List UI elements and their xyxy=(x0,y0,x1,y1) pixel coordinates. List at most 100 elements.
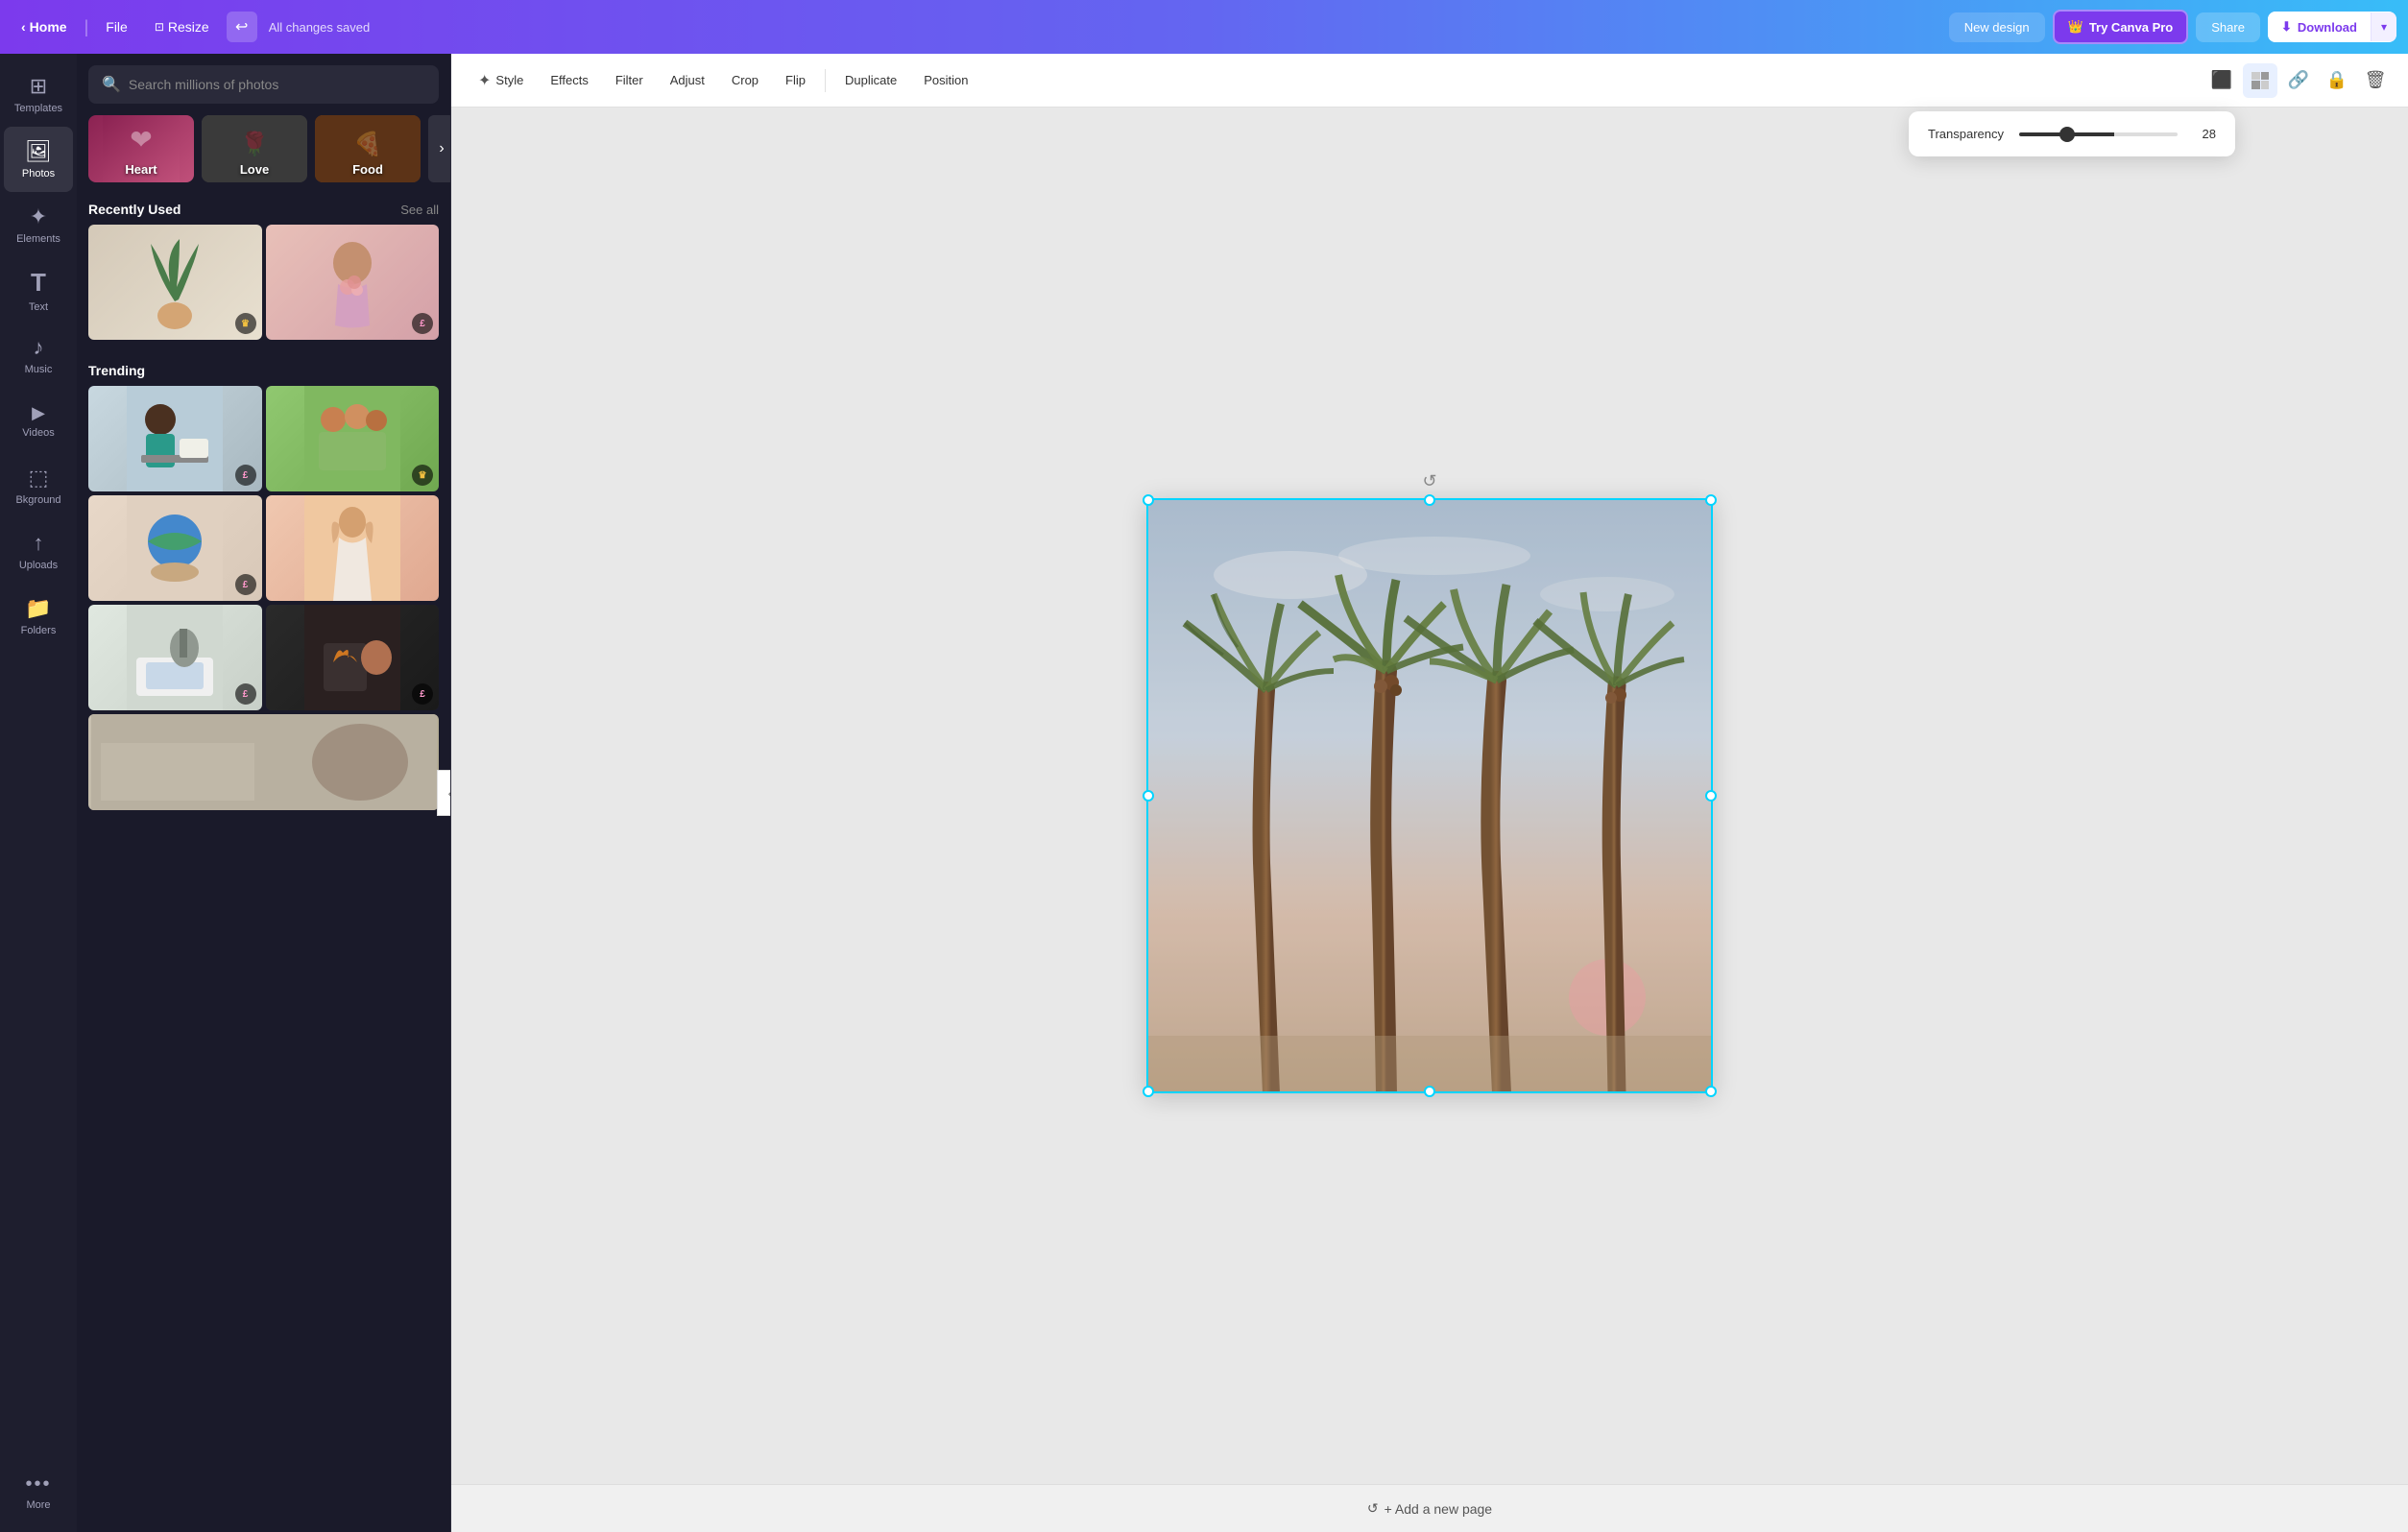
sidebar-item-photos[interactable]: 🖼 Photos xyxy=(4,127,73,192)
category-chip-heart[interactable]: ❤ Heart xyxy=(88,115,194,182)
transparency-slider[interactable] xyxy=(2019,132,2178,136)
trending-grid: £ ♛ xyxy=(77,386,450,810)
delete-button[interactable]: 🗑 xyxy=(2358,63,2393,98)
pro-badge: £ xyxy=(235,465,256,486)
toolbar-right: ⬛ 🔗 🔒 🗑 xyxy=(2204,63,2393,98)
new-design-button[interactable]: New design xyxy=(1949,12,2045,42)
add-page-icon: ↺ xyxy=(1367,1500,1379,1517)
effects-button[interactable]: Effects xyxy=(539,67,600,93)
main-area: ⊞ Templates 🖼 Photos ✦ Elements T Text ♪… xyxy=(0,54,2408,1532)
more-icon: ••• xyxy=(25,1473,51,1496)
trending-title: Trending xyxy=(88,363,145,378)
duplicate-button[interactable]: Duplicate xyxy=(833,67,908,93)
sidebar-item-elements[interactable]: ✦ Elements xyxy=(4,192,73,257)
photo-thumb[interactable]: £ xyxy=(88,386,262,491)
icon-sidebar: ⊞ Templates 🖼 Photos ✦ Elements T Text ♪… xyxy=(0,54,77,1532)
download-button-group: ⬇ Download ▾ xyxy=(2268,12,2396,42)
download-icon: ⬇ xyxy=(2281,19,2292,35)
sidebar-item-background[interactable]: ⬚ Bkground xyxy=(4,453,73,518)
photo-thumb[interactable] xyxy=(88,714,439,810)
toolbar: ✦ Style Effects Filter Adjust Crop Flip … xyxy=(451,54,2408,108)
sidebar-item-more[interactable]: ••• More xyxy=(4,1459,73,1524)
position-button[interactable]: Position xyxy=(912,67,979,93)
photo-thumb[interactable]: £ xyxy=(88,605,262,710)
filter-button[interactable]: Filter xyxy=(604,67,655,93)
pro-badge: ♛ xyxy=(235,313,256,334)
link-button[interactable]: 🔗 xyxy=(2281,63,2316,98)
photo-thumb[interactable]: £ xyxy=(266,605,440,710)
sidebar-item-label: Elements xyxy=(16,233,60,245)
sidebar-item-label: Uploads xyxy=(19,560,58,571)
search-icon: 🔍 xyxy=(102,75,121,94)
lock-button[interactable]: 🔒 xyxy=(2320,63,2354,98)
sidebar-item-label: Folders xyxy=(21,625,57,636)
sidebar-item-label: Photos xyxy=(22,168,55,180)
photos-panel: 🔍 ❤ Heart 🌹 xyxy=(77,54,451,1532)
transparency-value: 28 xyxy=(2193,127,2216,141)
sidebar-item-music[interactable]: ♪ Music xyxy=(4,323,73,388)
transparency-button[interactable] xyxy=(2243,63,2277,98)
color-picker-icon: ⬛ xyxy=(2211,70,2232,90)
hide-panel-button[interactable]: ‹ xyxy=(437,770,451,816)
color-picker-button[interactable]: ⬛ xyxy=(2204,63,2239,98)
svg-text:🌹: 🌹 xyxy=(240,130,269,157)
transparency-label: Transparency xyxy=(1928,127,2004,141)
videos-icon: ▶ xyxy=(32,403,45,423)
download-chevron-button[interactable]: ▾ xyxy=(2371,12,2396,41)
elements-icon: ✦ xyxy=(30,204,47,229)
folders-icon: 📁 xyxy=(25,596,51,621)
category-next-button[interactable]: › xyxy=(428,115,450,182)
sidebar-item-uploads[interactable]: ↑ Uploads xyxy=(4,518,73,584)
sidebar-item-folders[interactable]: 📁 Folders xyxy=(4,584,73,649)
category-chip-love[interactable]: 🌹 Love xyxy=(202,115,307,182)
photo-thumb[interactable]: ♛ xyxy=(88,225,262,340)
resize-menu[interactable]: ⊡ Resize xyxy=(145,13,219,40)
add-page-bar[interactable]: ↺ + Add a new page xyxy=(451,1484,2408,1532)
trash-icon: 🗑 xyxy=(2365,70,2387,90)
link-icon: 🔗 xyxy=(2288,70,2309,90)
transparency-popup: Transparency 28 xyxy=(1909,111,2235,156)
chip-love-label: Love xyxy=(240,162,269,177)
crown-icon: 👑 xyxy=(2068,19,2083,35)
pro-badge: £ xyxy=(235,683,256,705)
photo-thumb[interactable] xyxy=(266,495,440,601)
canvas-image-frame[interactable]: ↺ xyxy=(1146,498,1713,1093)
share-button[interactable]: Share xyxy=(2196,12,2260,42)
search-input[interactable] xyxy=(129,77,425,92)
background-icon: ⬚ xyxy=(29,466,49,491)
top-navigation: ‹ Home | File ⊡ Resize ↩ All changes sav… xyxy=(0,0,2408,54)
sidebar-item-templates[interactable]: ⊞ Templates xyxy=(4,61,73,127)
home-button[interactable]: ‹ Home xyxy=(12,13,77,40)
try-pro-button[interactable]: 👑 Try Canva Pro xyxy=(2053,10,2189,44)
undo-button[interactable]: ↩ xyxy=(227,12,257,42)
crop-button[interactable]: Crop xyxy=(720,67,770,93)
download-button[interactable]: ⬇ Download xyxy=(2268,12,2371,42)
pro-badge: £ xyxy=(412,313,433,334)
file-menu[interactable]: File xyxy=(96,13,137,40)
sidebar-item-videos[interactable]: ▶ Videos xyxy=(4,388,73,453)
music-icon: ♪ xyxy=(34,335,44,360)
uploads-icon: ↑ xyxy=(34,531,44,556)
lock-icon: 🔒 xyxy=(2326,70,2348,90)
transparency-icon xyxy=(2251,72,2269,89)
svg-text:🍕: 🍕 xyxy=(353,131,382,157)
adjust-button[interactable]: Adjust xyxy=(659,67,716,93)
style-icon: ✦ xyxy=(478,71,491,90)
photo-thumb[interactable]: £ xyxy=(88,495,262,601)
chip-heart-label: Heart xyxy=(125,162,157,177)
canvas-wrapper: ↺ xyxy=(451,108,2408,1484)
sidebar-item-text[interactable]: T Text xyxy=(4,257,73,323)
flip-button[interactable]: Flip xyxy=(774,67,817,93)
style-button[interactable]: ✦ Style xyxy=(467,65,535,96)
category-scroll: ❤ Heart 🌹 Love 🍕 xyxy=(77,115,450,194)
category-chip-food[interactable]: 🍕 Food xyxy=(315,115,421,182)
photo-thumb[interactable]: £ xyxy=(266,225,440,340)
toolbar-separator xyxy=(825,69,826,92)
sidebar-item-label: Videos xyxy=(22,427,54,439)
saved-status: All changes saved xyxy=(269,20,371,35)
photo-thumb[interactable]: ♛ xyxy=(266,386,440,491)
see-all-button[interactable]: See all xyxy=(400,203,439,217)
sidebar-item-label: More xyxy=(26,1499,50,1511)
sidebar-item-label: Music xyxy=(25,364,53,375)
rotate-handle[interactable]: ↺ xyxy=(1422,471,1436,491)
